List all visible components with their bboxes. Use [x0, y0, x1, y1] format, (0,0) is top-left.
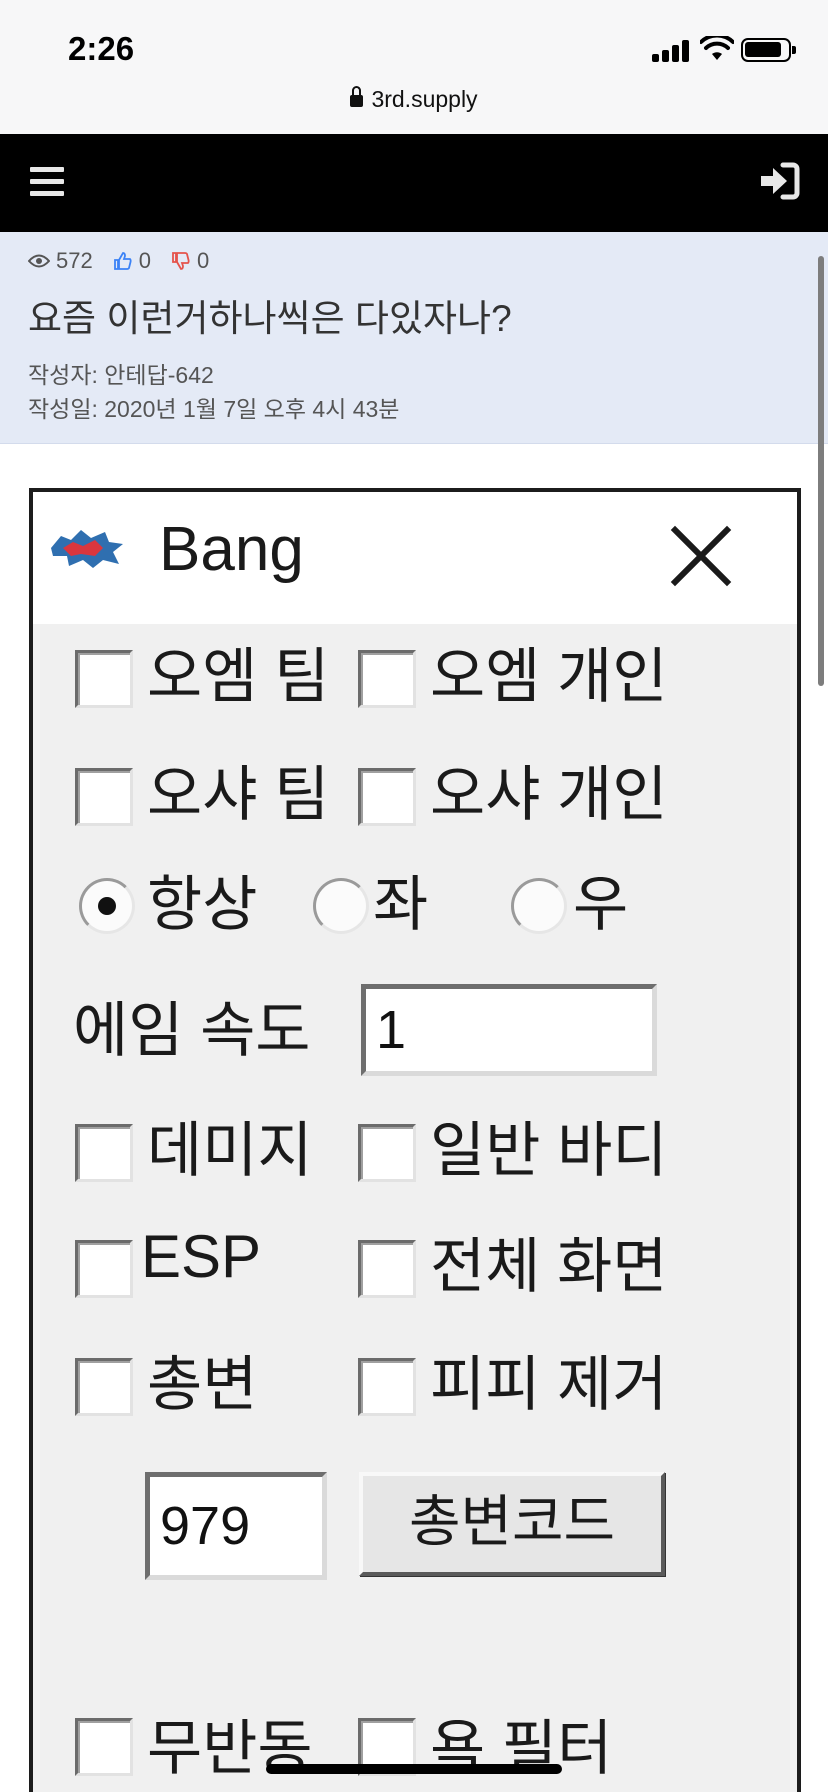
clock: 2:26 — [68, 30, 135, 67]
wifi-icon — [700, 36, 734, 60]
like-count[interactable]: 0 — [113, 248, 151, 274]
osha-team-checkbox[interactable] — [75, 768, 133, 826]
cellular-signal-icon — [652, 40, 692, 62]
post-date: 작성일: 2020년 1월 7일 오후 4시 43분 — [28, 396, 400, 422]
scrollbar[interactable] — [818, 256, 824, 686]
om-personal-checkbox[interactable] — [358, 650, 416, 708]
osha-team-label: 오샤 팀 — [147, 761, 330, 828]
gun-mod-checkbox[interactable] — [75, 1358, 133, 1416]
post-header: 572 0 0 요즘 이런거하나씩은 다있자나? 작성자: 안테답-642 작성… — [0, 232, 828, 444]
close-icon[interactable] — [669, 524, 733, 588]
sign-in-icon[interactable] — [757, 161, 801, 201]
no-recoil-checkbox[interactable] — [75, 1718, 133, 1776]
view-count: 572 — [28, 248, 93, 274]
url-text: 3rd.supply — [371, 86, 478, 112]
normal-body-label: 일반 바디 — [430, 1117, 668, 1184]
window-titlebar: Bang — [33, 492, 797, 624]
normal-body-checkbox[interactable] — [358, 1124, 416, 1182]
eye-icon — [28, 254, 50, 268]
app-window-screenshot: Bang 오엠 팀 오엠 개인 오샤 팀 오샤 개인 항상 좌 우 에임 속도 … — [29, 488, 801, 1792]
home-indicator[interactable] — [266, 1764, 562, 1774]
om-team-checkbox[interactable] — [75, 650, 133, 708]
status-bar: 2:26 3rd.supply — [0, 0, 828, 134]
explosion-logo-icon — [51, 530, 123, 568]
gun-code-button[interactable]: 총변코드 — [359, 1472, 665, 1576]
om-team-label: 오엠 팀 — [147, 643, 330, 710]
thumbs-up-icon — [113, 252, 132, 270]
site-navbar — [0, 134, 828, 232]
radio-left[interactable] — [313, 878, 369, 934]
gun-code-input[interactable]: 979 — [145, 1472, 327, 1580]
address-bar[interactable]: 3rd.supply — [0, 86, 828, 113]
esp-label: ESP — [141, 1223, 262, 1290]
osha-personal-checkbox[interactable] — [358, 768, 416, 826]
gun-mod-label: 총변 — [147, 1351, 258, 1418]
remove-pipi-label: 피피 제거 — [430, 1351, 668, 1418]
aim-speed-label: 에임 속도 — [73, 997, 311, 1064]
hamburger-icon[interactable] — [30, 164, 66, 200]
post-author: 작성자: 안테답-642 — [28, 362, 214, 388]
fullscreen-label: 전체 화면 — [430, 1233, 668, 1300]
lock-icon — [350, 86, 364, 107]
remove-pipi-checkbox[interactable] — [358, 1358, 416, 1416]
damage-checkbox[interactable] — [75, 1124, 133, 1182]
damage-label: 데미지 — [147, 1117, 313, 1184]
post-stats: 572 0 0 — [28, 248, 229, 274]
radio-always-label: 항상 — [147, 871, 258, 938]
aim-speed-input[interactable]: 1 — [361, 984, 657, 1076]
radio-left-label: 좌 — [373, 871, 429, 938]
window-title: Bang — [159, 515, 304, 584]
battery-icon — [741, 38, 796, 62]
post-title: 요즘 이런거하나씩은 다있자나? — [28, 298, 512, 339]
om-personal-label: 오엠 개인 — [430, 643, 668, 710]
fullscreen-checkbox[interactable] — [358, 1240, 416, 1298]
thumbs-down-icon — [172, 252, 190, 270]
osha-personal-label: 오샤 개인 — [430, 761, 668, 828]
radio-right[interactable] — [511, 878, 567, 934]
radio-right-label: 우 — [573, 871, 629, 938]
esp-checkbox[interactable] — [75, 1240, 133, 1298]
radio-always[interactable] — [79, 878, 135, 934]
dislike-count[interactable]: 0 — [171, 248, 209, 274]
